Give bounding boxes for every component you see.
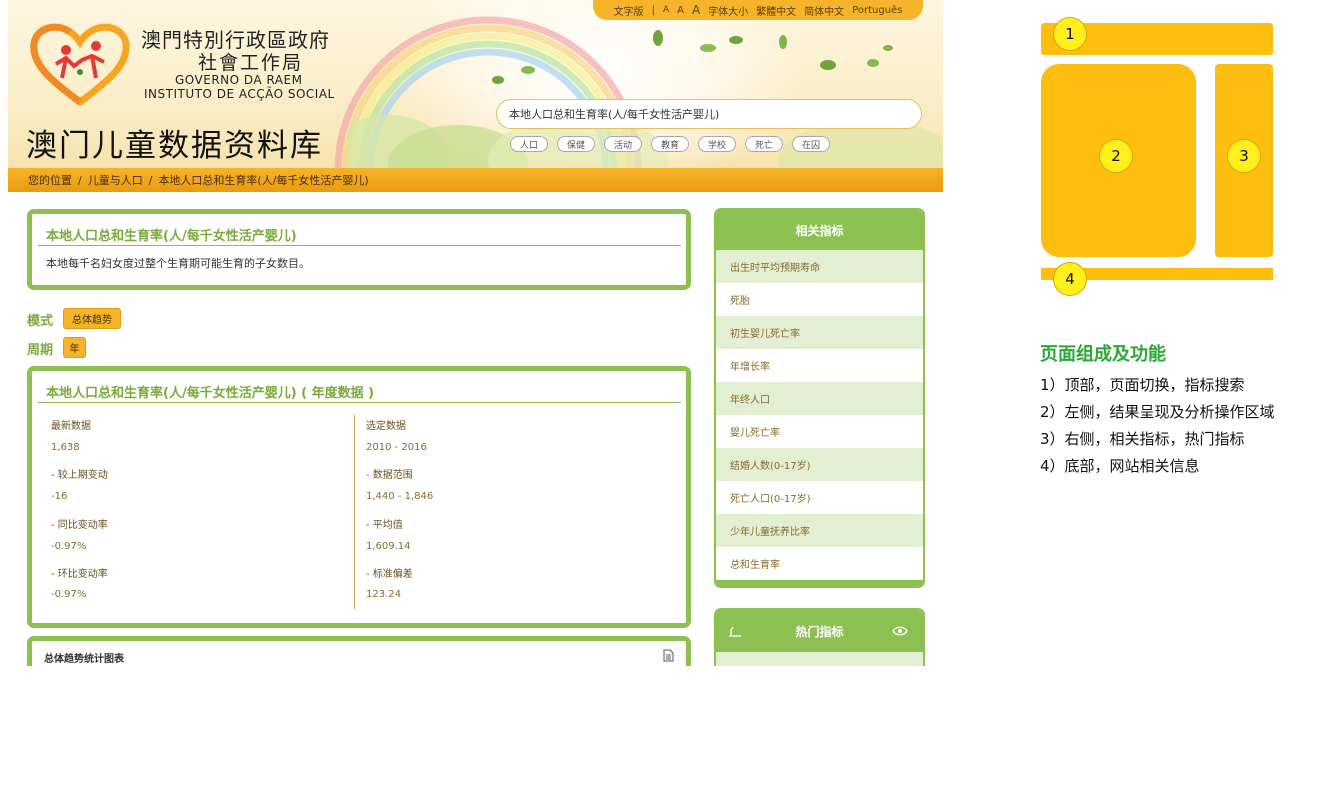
legend-title: 页面组成及功能	[1040, 344, 1166, 365]
related-item[interactable]: 死亡人口(0-17岁)	[716, 481, 923, 514]
breadcrumb-separator: /	[148, 173, 153, 187]
definition-panel: 本地人口总和生育率(人/每千女性活产婴儿) 本地每千名妇女度过整个生育期可能生育…	[27, 209, 691, 290]
trend-icon	[729, 626, 741, 637]
indicator-search-input[interactable]: 本地人口总和生育率(人/每千女性活产婴儿)	[496, 99, 922, 129]
separator: |	[651, 4, 655, 16]
annual-data-panel: 本地人口总和生育率(人/每千女性活产婴儿) ( 年度数据 ) 最新数据 1,63…	[27, 366, 691, 628]
selected-data-label: 选定数据	[366, 421, 406, 432]
data-range-value: 1,440 - 1,846	[366, 491, 434, 502]
related-item[interactable]: 总和生育率	[716, 547, 923, 580]
hot-indicators-panel: 热门指标	[714, 608, 925, 668]
category-population-button[interactable]: 人口	[510, 136, 548, 152]
period-change-label: - 较上期变动	[51, 470, 108, 481]
mean-value: 1,609.14	[366, 541, 411, 552]
category-deaths-button[interactable]: 死亡	[745, 136, 783, 152]
annual-data-title: 本地人口总和生育率(人/每千女性活产婴儿) ( 年度数据 )	[46, 386, 375, 401]
definition-title: 本地人口总和生育率(人/每千女性活产婴儿)	[46, 229, 297, 244]
org-name-pt-line1: GOVERNO DA RAEM	[175, 73, 303, 87]
related-item[interactable]: 婴儿死亡率	[716, 415, 923, 448]
text-version-link[interactable]: 文字版	[614, 3, 644, 18]
hot-indicators-header: 热门指标	[716, 610, 923, 652]
selected-data-value: 2010 - 2016	[366, 442, 427, 453]
font-small-button[interactable]: A	[663, 5, 669, 15]
period-change-value: -16	[51, 491, 68, 502]
category-education-button[interactable]: 教育	[651, 136, 689, 152]
panel-footer-bar	[716, 580, 923, 586]
breadcrumb-link-children-population[interactable]: 儿童与人口	[88, 172, 143, 188]
eye-icon[interactable]	[892, 625, 908, 637]
lang-portuguese-link[interactable]: Português	[852, 5, 902, 16]
yoy-rate-value: -0.97%	[51, 541, 87, 552]
category-prison-button[interactable]: 在囚	[792, 136, 830, 152]
std-dev-label: - 标准偏差	[366, 569, 413, 580]
divider	[38, 245, 681, 246]
related-item[interactable]: 出生时平均预期寿命	[716, 250, 923, 283]
font-size-label: 字体大小	[708, 6, 749, 18]
definition-description: 本地每千名妇女度过整个生育期可能生育的子女数目。	[46, 257, 310, 270]
ias-logo[interactable]	[30, 20, 130, 106]
breadcrumb-separator: /	[78, 173, 82, 187]
trend-chart-title: 总体趋势统计图表	[44, 654, 124, 665]
site-header: 文字版 | A A A 字体大小 繁體中文 简体中文 Português 澳門特…	[8, 0, 943, 168]
period-label: 周期	[27, 343, 54, 358]
breadcrumb-current: 本地人口总和生育率(人/每千女性活产婴儿)	[158, 174, 369, 187]
org-name-zh-line2: 社會工作局	[198, 52, 304, 74]
related-item[interactable]: 死胎	[716, 283, 923, 316]
org-name-pt-line2: INSTITUTO DE ACÇÃO SOCIAL	[144, 87, 335, 101]
divider	[38, 402, 681, 403]
top-links-bar: 文字版 | A A A 字体大小 繁體中文 简体中文 Português	[593, 0, 923, 20]
data-range-label: - 数据范围	[366, 470, 413, 481]
std-dev-value: 123.24	[366, 589, 401, 600]
layout-diagram: 1 2 3 4	[1040, 17, 1273, 298]
site-title[interactable]: 澳门儿童数据资料库	[26, 120, 323, 165]
category-activities-button[interactable]: 活动	[604, 136, 642, 152]
diagram-badge-3: 3	[1227, 139, 1261, 173]
category-health-button[interactable]: 保健	[557, 136, 595, 152]
font-large-button[interactable]: A	[692, 3, 700, 17]
column-divider	[354, 415, 355, 609]
diagram-badge-4: 4	[1053, 262, 1087, 296]
leaves-illustration	[653, 30, 893, 70]
mean-label: - 平均值	[366, 520, 403, 531]
related-item[interactable]: 年终人口	[716, 382, 923, 415]
mom-rate-label: - 环比变动率	[51, 569, 108, 580]
breadcrumb-label: 您的位置	[28, 174, 72, 187]
diagram-badge-1: 1	[1053, 17, 1087, 51]
related-item[interactable]: 少年儿童抚养比率	[716, 514, 923, 547]
mom-rate-value: -0.97%	[51, 589, 87, 600]
legend-line: 2）左侧，结果呈现及分析操作区域	[1040, 403, 1275, 421]
legend-line: 4）底部，网站相关信息	[1040, 457, 1200, 475]
related-item[interactable]: 初生婴儿死亡率	[716, 316, 923, 349]
related-item[interactable]: 结婚人数(0-17岁)	[716, 448, 923, 481]
related-indicators-panel: 相关指标 出生时平均预期寿命 死胎 初生婴儿死亡率 年增长率 年终人口 婴儿死亡…	[714, 208, 925, 588]
font-medium-button[interactable]: A	[677, 5, 684, 16]
lang-traditional-link[interactable]: 繁體中文	[756, 3, 796, 18]
period-option-year[interactable]: 年	[63, 337, 86, 358]
category-schools-button[interactable]: 学校	[698, 136, 736, 152]
page-blank-area	[0, 666, 1333, 809]
related-indicators-title: 相关指标	[716, 210, 923, 250]
breadcrumb: 您的位置 / 儿童与人口 / 本地人口总和生育率(人/每千女性活产婴儿)	[8, 168, 943, 192]
diagram-badge-2: 2	[1099, 139, 1133, 173]
yoy-rate-label: - 同比变动率	[51, 520, 108, 531]
lang-simplified-link[interactable]: 简体中文	[804, 3, 844, 18]
related-item[interactable]: 年增长率	[716, 349, 923, 382]
latest-data-label: 最新数据	[51, 421, 91, 432]
hot-indicators-title: 热门指标	[795, 624, 844, 639]
latest-data-value: 1,638	[51, 442, 80, 453]
mode-option-overall-trend[interactable]: 总体趋势	[63, 308, 121, 329]
document-icon[interactable]	[663, 649, 674, 662]
legend-line: 1）顶部，页面切换，指标搜索	[1040, 376, 1245, 394]
legend-line: 3）右侧，相关指标，热门指标	[1040, 430, 1245, 448]
mode-label: 模式	[27, 314, 54, 329]
